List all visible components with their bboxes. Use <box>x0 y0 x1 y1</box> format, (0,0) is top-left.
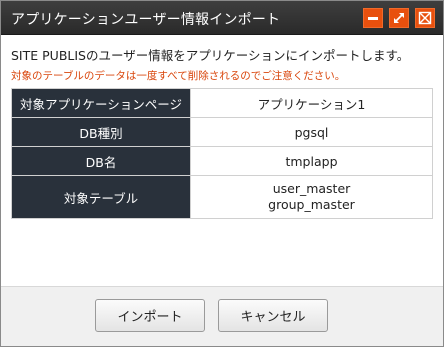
row-label-target-tables: 対象テーブル <box>11 175 191 219</box>
table-row: DB種別 pgsql <box>11 117 433 147</box>
title-bar[interactable]: アプリケーションユーザー情報インポート <box>1 1 443 35</box>
row-value-app-page: アプリケーション1 <box>190 88 433 118</box>
import-button[interactable]: インポート <box>95 299 205 332</box>
dialog-title: アプリケーションユーザー情報インポート <box>11 12 281 28</box>
dialog-content: SITE PUBLISのユーザー情報をアプリケーションにインポートします。 対象… <box>1 35 443 285</box>
warning-message: 対象のテーブルのデータは一度すべて削除されるのでご注意ください。 <box>11 70 346 82</box>
import-info-table: 対象アプリケーションページ アプリケーション1 DB種別 pgsql DB名 t… <box>11 88 433 219</box>
minimize-icon <box>368 17 378 20</box>
import-dialog: アプリケーションユーザー情報インポート SITE PUBLISのユーザー情報をア… <box>0 0 444 347</box>
close-button[interactable] <box>415 8 435 28</box>
cancel-button[interactable]: キャンセル <box>218 299 328 332</box>
row-label-db-type: DB種別 <box>11 117 191 147</box>
target-table-name: group_master <box>268 197 355 212</box>
maximize-button[interactable] <box>389 8 409 28</box>
row-value-target-tables: user_master group_master <box>190 175 433 219</box>
row-value-db-name: tmplapp <box>190 146 433 176</box>
row-label-app-page: 対象アプリケーションページ <box>11 88 191 118</box>
table-row: 対象テーブル user_master group_master <box>11 175 433 219</box>
row-label-db-name: DB名 <box>11 146 191 176</box>
dialog-footer: インポート キャンセル <box>1 286 443 346</box>
minimize-button[interactable] <box>363 8 383 28</box>
close-icon <box>418 11 432 25</box>
lead-message: SITE PUBLISのユーザー情報をアプリケーションにインポートします。 <box>11 48 410 63</box>
target-table-name: user_master <box>272 181 351 196</box>
table-row: DB名 tmplapp <box>11 146 433 176</box>
maximize-icon <box>394 13 404 23</box>
row-value-db-type: pgsql <box>190 117 433 147</box>
table-row: 対象アプリケーションページ アプリケーション1 <box>11 88 433 118</box>
